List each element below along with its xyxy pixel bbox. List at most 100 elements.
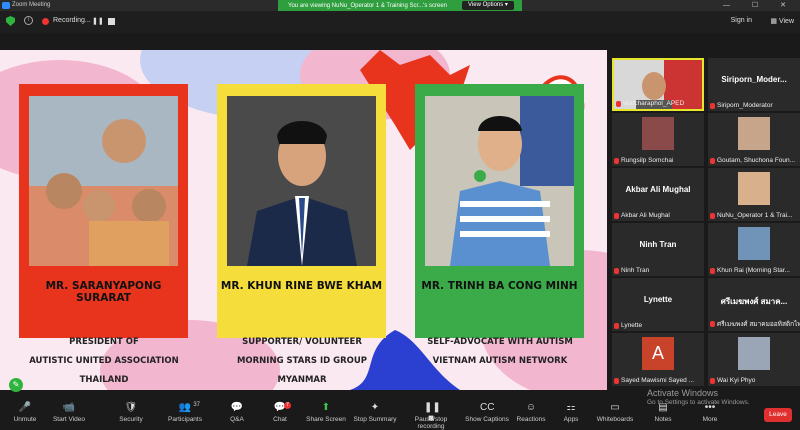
participant-label: Siriporn_Moderator: [710, 102, 773, 109]
apps-icon: ⚏: [566, 402, 576, 413]
self-advocate-photo-image: [425, 96, 574, 266]
speaker-description-3: SELF-ADVOCATE WITH AUTISM VIETNAM AUTISM…: [410, 333, 590, 371]
description-line: MORNING STARS ID GROUP: [236, 356, 368, 366]
speaker-card-1: MR. SARANYAPONG SURARAT: [19, 84, 188, 338]
reactions-icon: ☺: [525, 402, 537, 413]
participant-tile[interactable]: Watcharaphol_APED: [612, 58, 704, 111]
description-line: AUTISTIC UNITED ASSOCIATION: [29, 356, 179, 366]
participant-display-name: ศรีเมฆพงศ์ สมาค...: [720, 297, 788, 306]
participant-name: Rungsilp Somchai: [621, 157, 674, 164]
toolbar-label: Security: [119, 416, 143, 423]
participant-display-name: Siriporn_Moder...: [721, 75, 787, 84]
pause-recording-icon[interactable]: ❚❚: [92, 17, 104, 25]
participant-tile[interactable]: Khun Rai (Morning Star...: [708, 223, 800, 276]
participant-tile[interactable]: Goutam, Shuchona Foun...: [708, 113, 800, 166]
participants-icon: 👥: [178, 402, 192, 413]
stop-recording-icon[interactable]: [108, 18, 115, 25]
speaker-photo-1: [29, 96, 178, 266]
toolbar-button-chat[interactable]: 💬 7 Chat: [255, 402, 305, 423]
toolbar-label: Notes: [654, 416, 672, 423]
shared-screen: MR. SARANYAPONG SURARAT MR. KHUN RINE BW…: [0, 50, 607, 390]
participant-name: Ninh Tran: [621, 267, 650, 274]
toolbar-button-apps[interactable]: ⚏ Apps: [546, 402, 596, 423]
muted-mic-icon: [710, 102, 715, 109]
participant-tile[interactable]: Akbar Ali Mughal Akbar Ali Mughal: [612, 168, 704, 221]
group-photo-image: [29, 96, 178, 266]
toolbar-button-security[interactable]: 🛡 Security: [106, 402, 156, 423]
description-line: MYANMAR: [277, 375, 327, 385]
toolbar-button-whiteboards[interactable]: ▭ Whiteboards: [590, 402, 640, 423]
participant-display-name: Akbar Ali Mughal: [625, 185, 691, 194]
toolbar-label: Participants: [168, 416, 202, 423]
security-shield-icon[interactable]: [6, 16, 15, 26]
participant-label: Akbar Ali Mughal: [614, 212, 670, 219]
participant-photo: [738, 227, 770, 260]
participant-tile[interactable]: ศรีเมฆพงศ์ สมาค... ศรีเมฆพงศ์ สมาคมออทิสต…: [708, 278, 800, 331]
zoom-logo-icon: [2, 2, 10, 9]
participant-tile[interactable]: Rungsilp Somchai: [612, 113, 704, 166]
participant-photo: [738, 172, 770, 205]
window-controls[interactable]: — ☐ ✕: [723, 1, 796, 9]
toolbar-label: Whiteboards: [596, 416, 634, 423]
info-icon[interactable]: i: [24, 16, 33, 25]
q-a-icon: 💬: [230, 402, 244, 413]
viewing-banner: You are viewing NuNu_Operator 1 & Traini…: [278, 0, 522, 11]
speaker-name-3: MR. TRINH BA CONG MINH: [421, 280, 578, 292]
participant-name: Khun Rai (Morning Star...: [717, 267, 790, 274]
toolbar-button-participants[interactable]: 👥 37 Participants: [160, 402, 210, 423]
muted-mic-icon: [710, 321, 715, 327]
participant-tile[interactable]: Siriporn_Moder... Siriporn_Moderator: [708, 58, 800, 111]
participant-tile[interactable]: Wai Kyi Phyo: [708, 333, 800, 386]
view-button[interactable]: ▦ View: [770, 17, 794, 25]
participant-tile[interactable]: A Sayed Mawismi Sayed ...: [612, 333, 704, 386]
participant-name: Akbar Ali Mughal: [621, 212, 670, 219]
watermark-title: Activate Windows: [647, 388, 719, 398]
participant-display-name: Ninh Tran: [639, 240, 677, 249]
participant-gallery: Watcharaphol_APED Siriporn_Moder... Siripo…: [612, 58, 800, 390]
description-line: SELF-ADVOCATE WITH AUTISM: [427, 337, 573, 347]
recording-dot-icon: [42, 18, 49, 25]
muted-mic-icon: [614, 212, 619, 219]
toolbar-button-share-screen[interactable]: ⬆ Share Screen: [301, 402, 351, 423]
participant-label: Goutam, Shuchona Foun...: [710, 157, 795, 164]
stop-summary-icon: ✦: [370, 402, 380, 413]
toolbar-button-unmute[interactable]: 🎤 Unmute: [0, 402, 50, 423]
activate-windows-watermark: Activate Windows Go to Settings to activ…: [647, 388, 750, 406]
muted-mic-icon: [710, 212, 715, 219]
speaker-description-2: SUPPORTER/ VOLUNTEER MORNING STARS ID GR…: [212, 333, 392, 390]
view-options-button[interactable]: View Options ▾: [462, 1, 514, 10]
participant-tile[interactable]: Lynette Lynette: [612, 278, 704, 331]
participant-label: ศรีเมฆพงศ์ สมาคมออทิสติกไทย: [710, 319, 800, 329]
toolbar-button-show-captions[interactable]: CC Show Captions: [462, 402, 512, 423]
participant-label: Sayed Mawismi Sayed ...: [614, 377, 694, 384]
participant-name: Wai Kyi Phyo: [717, 377, 756, 384]
toolbar-button-start-video[interactable]: 📹 Start Video: [44, 402, 94, 423]
watermark-subtitle: Go to Settings to activate Windows.: [647, 399, 750, 406]
description-line: SUPPORTER/ VOLUNTEER: [242, 337, 362, 347]
chat-badge: 7: [284, 402, 291, 409]
whiteboards-icon: ▭: [610, 402, 620, 413]
participant-photo: [738, 117, 770, 150]
participant-label: Ninh Tran: [614, 267, 649, 274]
toolbar-label: Reactions: [516, 416, 546, 423]
leave-button[interactable]: Leave: [764, 408, 792, 422]
description-line: PRESIDENT OF: [69, 337, 139, 347]
participant-label: Rungsilp Somchai: [614, 157, 673, 164]
muted-mic-icon: [710, 157, 715, 164]
speaker-card-3: MR. TRINH BA CONG MINH: [415, 84, 584, 338]
toolbar-label: Share Screen: [306, 416, 346, 423]
toolbar-button-pause-stop-recording[interactable]: ❚❚ ■ Pause/stop recording: [406, 402, 456, 430]
toolbar-button-stop-summary[interactable]: ✦ Stop Summary: [350, 402, 400, 423]
sign-in-link[interactable]: Sign in: [731, 17, 752, 24]
muted-mic-icon: [614, 322, 619, 329]
toolbar-label: More: [702, 416, 718, 423]
muted-mic-icon: [614, 157, 619, 164]
toolbar-label: Show Captions: [465, 416, 509, 423]
speaker-name-1: MR. SARANYAPONG SURARAT: [45, 280, 162, 304]
muted-mic-icon: [710, 267, 715, 274]
participant-label: Watcharaphol_APED: [616, 100, 684, 107]
viewing-message: You are viewing NuNu_Operator 1 & Traini…: [288, 2, 448, 9]
annotate-pencil-icon[interactable]: ✎: [9, 378, 23, 392]
participant-tile[interactable]: Ninh Tran Ninh Tran: [612, 223, 704, 276]
participant-tile[interactable]: NuNu_Operator 1 & Trai...: [708, 168, 800, 221]
